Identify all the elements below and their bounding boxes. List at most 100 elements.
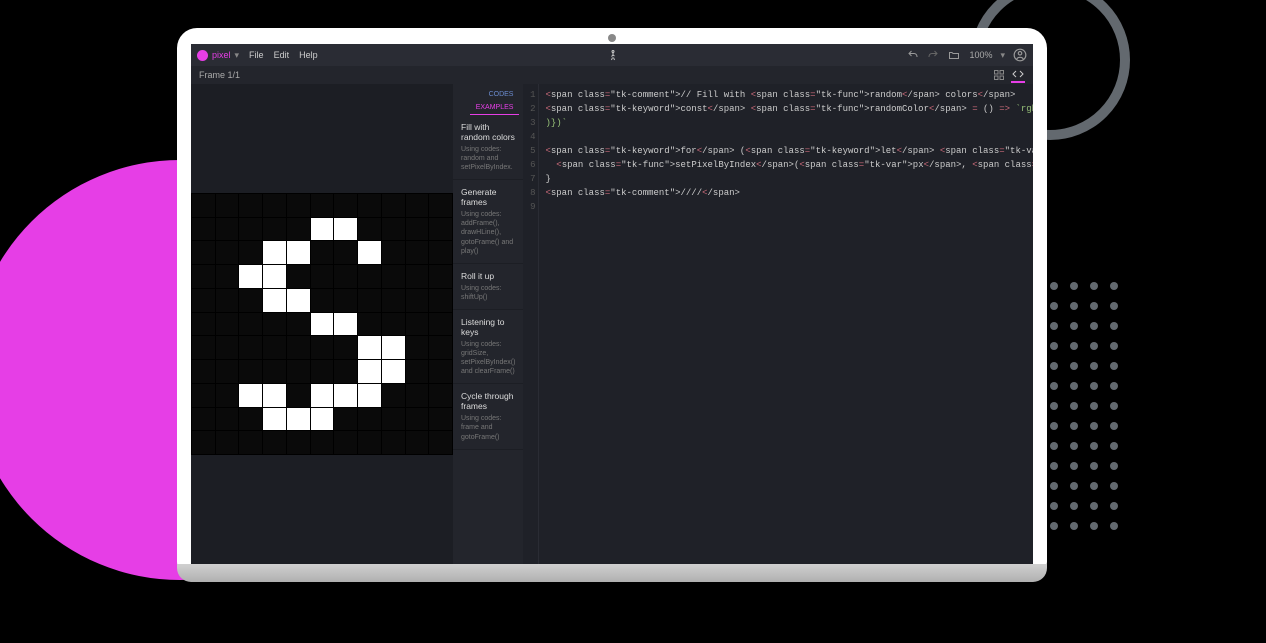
menu-file[interactable]: File — [249, 50, 264, 60]
pixel-cell[interactable] — [263, 265, 286, 288]
pixel-cell[interactable] — [263, 241, 286, 264]
pixel-cell[interactable] — [406, 384, 429, 407]
pixel-cell[interactable] — [239, 218, 262, 241]
pixel-cell[interactable] — [216, 313, 239, 336]
pixel-cell[interactable] — [358, 265, 381, 288]
pixel-cell[interactable] — [429, 384, 452, 407]
pixel-cell[interactable] — [287, 431, 310, 454]
code-content[interactable]: <span class="tk-comment">// Fill with <s… — [539, 84, 1033, 564]
pixel-cell[interactable] — [239, 313, 262, 336]
pixel-cell[interactable] — [382, 241, 405, 264]
logo[interactable]: pixel ▾ — [197, 50, 239, 61]
pixel-cell[interactable] — [311, 408, 334, 431]
pixel-cell[interactable] — [406, 194, 429, 217]
pixel-cell[interactable] — [239, 265, 262, 288]
pixel-cell[interactable] — [429, 265, 452, 288]
pixel-cell[interactable] — [311, 218, 334, 241]
pixel-cell[interactable] — [358, 360, 381, 383]
pixel-cell[interactable] — [406, 313, 429, 336]
pixel-cell[interactable] — [382, 336, 405, 359]
pixel-cell[interactable] — [406, 289, 429, 312]
pixel-cell[interactable] — [406, 241, 429, 264]
pixel-cell[interactable] — [263, 289, 286, 312]
example-item[interactable]: Cycle through framesUsing codes: frame a… — [453, 384, 523, 449]
pixel-cell[interactable] — [429, 241, 452, 264]
pixel-cell[interactable] — [334, 431, 357, 454]
pixel-cell[interactable] — [239, 194, 262, 217]
pixel-cell[interactable] — [287, 384, 310, 407]
pixel-cell[interactable] — [263, 384, 286, 407]
pixel-cell[interactable] — [311, 194, 334, 217]
pixel-cell[interactable] — [429, 336, 452, 359]
pixel-cell[interactable] — [334, 336, 357, 359]
pixel-cell[interactable] — [216, 336, 239, 359]
pixel-cell[interactable] — [263, 218, 286, 241]
pixel-cell[interactable] — [287, 336, 310, 359]
code-view-icon[interactable] — [1011, 68, 1025, 83]
pixel-cell[interactable] — [216, 289, 239, 312]
pixel-cell[interactable] — [311, 336, 334, 359]
pixel-cell[interactable] — [263, 360, 286, 383]
example-item[interactable]: Listening to keysUsing codes: gridSize, … — [453, 310, 523, 384]
pixel-cell[interactable] — [429, 194, 452, 217]
pixel-cell[interactable] — [382, 313, 405, 336]
code-editor[interactable]: 123456789 <span class="tk-comment">// Fi… — [523, 84, 1033, 564]
pixel-cell[interactable] — [311, 360, 334, 383]
pixel-cell[interactable] — [406, 408, 429, 431]
pixel-cell[interactable] — [358, 313, 381, 336]
pixel-cell[interactable] — [429, 289, 452, 312]
pixel-cell[interactable] — [358, 431, 381, 454]
pixel-cell[interactable] — [382, 384, 405, 407]
pixel-cell[interactable] — [239, 384, 262, 407]
menu-edit[interactable]: Edit — [274, 50, 290, 60]
pixel-cell[interactable] — [406, 431, 429, 454]
pixel-cell[interactable] — [429, 408, 452, 431]
pixel-cell[interactable] — [311, 265, 334, 288]
pixel-cell[interactable] — [287, 241, 310, 264]
pixel-cell[interactable] — [334, 194, 357, 217]
pixel-cell[interactable] — [287, 194, 310, 217]
pixel-cell[interactable] — [239, 360, 262, 383]
pixel-cell[interactable] — [216, 218, 239, 241]
tab-codes[interactable]: CODES — [483, 88, 520, 101]
pixel-cell[interactable] — [311, 289, 334, 312]
pixel-cell[interactable] — [192, 265, 215, 288]
pixel-cell[interactable] — [382, 265, 405, 288]
pixel-cell[interactable] — [382, 431, 405, 454]
zoom-level[interactable]: 100% — [969, 50, 992, 60]
pixel-cell[interactable] — [263, 431, 286, 454]
pixel-cell[interactable] — [216, 360, 239, 383]
pixel-cell[interactable] — [216, 241, 239, 264]
pixel-cell[interactable] — [311, 313, 334, 336]
pixel-cell[interactable] — [192, 336, 215, 359]
folder-icon[interactable] — [947, 49, 961, 61]
pixel-cell[interactable] — [334, 360, 357, 383]
pixel-cell[interactable] — [192, 431, 215, 454]
pixel-cell[interactable] — [192, 218, 215, 241]
pixel-cell[interactable] — [406, 360, 429, 383]
pixel-cell[interactable] — [192, 241, 215, 264]
pixel-cell[interactable] — [216, 265, 239, 288]
pixel-cell[interactable] — [382, 289, 405, 312]
pixel-cell[interactable] — [287, 360, 310, 383]
pixel-cell[interactable] — [334, 384, 357, 407]
pixel-cell[interactable] — [192, 313, 215, 336]
pixel-cell[interactable] — [216, 194, 239, 217]
pixel-cell[interactable] — [239, 289, 262, 312]
pixel-cell[interactable] — [358, 241, 381, 264]
pixel-cell[interactable] — [287, 408, 310, 431]
pixel-cell[interactable] — [287, 313, 310, 336]
pixel-cell[interactable] — [382, 360, 405, 383]
run-icon[interactable] — [607, 49, 619, 61]
pixel-cell[interactable] — [239, 241, 262, 264]
pixel-cell[interactable] — [358, 408, 381, 431]
pixel-cell[interactable] — [406, 336, 429, 359]
pixel-cell[interactable] — [311, 384, 334, 407]
pixel-cell[interactable] — [216, 384, 239, 407]
example-item[interactable]: Generate framesUsing codes: addFrame(), … — [453, 180, 523, 263]
pixel-cell[interactable] — [358, 384, 381, 407]
undo-icon[interactable] — [907, 49, 919, 61]
pixel-cell[interactable] — [192, 360, 215, 383]
pixel-cell[interactable] — [216, 431, 239, 454]
pixel-cell[interactable] — [334, 313, 357, 336]
